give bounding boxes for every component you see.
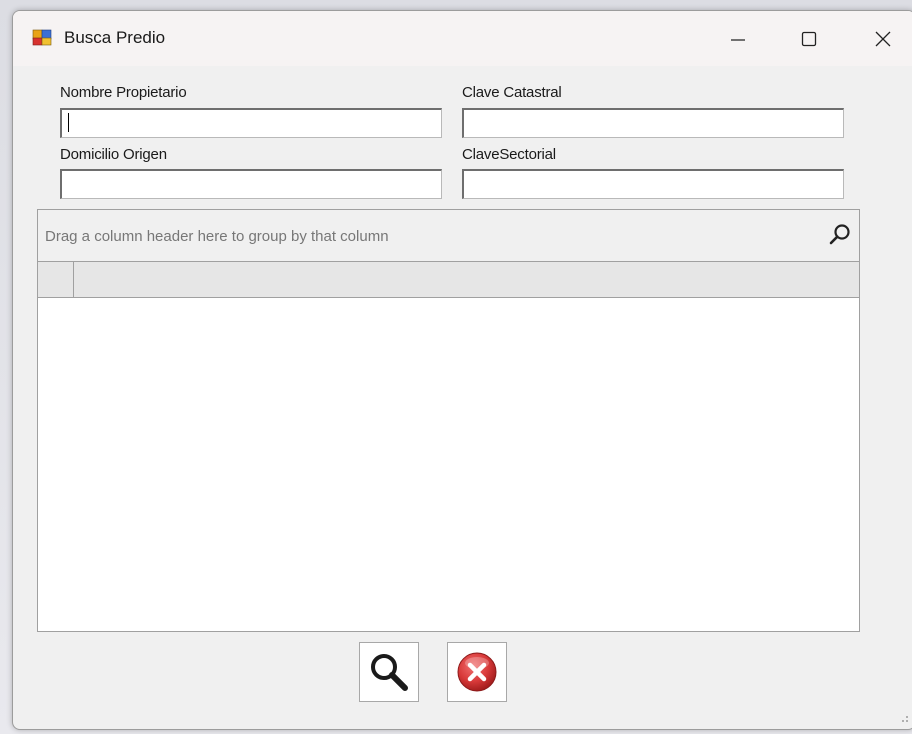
nombre-propietario-label: Nombre Propietario <box>60 84 187 101</box>
group-by-hint: Drag a column header here to group by th… <box>45 228 389 245</box>
clave-sectorial-label: ClaveSectorial <box>462 146 556 163</box>
maximize-button[interactable] <box>779 11 839 66</box>
grid-search-icon[interactable] <box>827 222 853 248</box>
maximize-icon <box>801 31 817 46</box>
title-bar[interactable]: Busca Predio <box>13 11 912 66</box>
app-icon <box>32 29 52 46</box>
close-button[interactable] <box>853 11 912 66</box>
results-grid[interactable]: Drag a column header here to group by th… <box>37 209 860 632</box>
desktop-background: Busca Predio Nombre Propietario Clave Ca… <box>0 0 912 734</box>
resize-grip-icon[interactable] <box>899 713 909 723</box>
window-title: Busca Predio <box>64 28 166 47</box>
clave-sectorial-input[interactable] <box>462 169 844 199</box>
magnifier-icon <box>371 654 408 691</box>
minimize-icon <box>731 38 745 41</box>
minimize-button[interactable] <box>708 11 768 66</box>
domicilio-origen-label: Domicilio Origen <box>60 146 167 163</box>
column-header-row[interactable] <box>38 262 859 298</box>
red-x-circle-icon <box>457 652 497 692</box>
row-selector-header[interactable] <box>38 262 74 297</box>
clave-catastral-input[interactable] <box>462 108 844 138</box>
grid-body[interactable] <box>38 298 859 631</box>
close-icon <box>875 31 891 46</box>
domicilio-origen-input[interactable] <box>60 169 442 199</box>
nombre-propietario-input[interactable] <box>60 108 442 138</box>
busca-predio-window: Busca Predio Nombre Propietario Clave Ca… <box>12 10 912 730</box>
cancel-button[interactable] <box>447 642 507 702</box>
group-by-panel[interactable]: Drag a column header here to group by th… <box>38 210 859 262</box>
clave-catastral-label: Clave Catastral <box>462 84 562 101</box>
search-button[interactable] <box>359 642 419 702</box>
text-caret <box>68 113 69 132</box>
